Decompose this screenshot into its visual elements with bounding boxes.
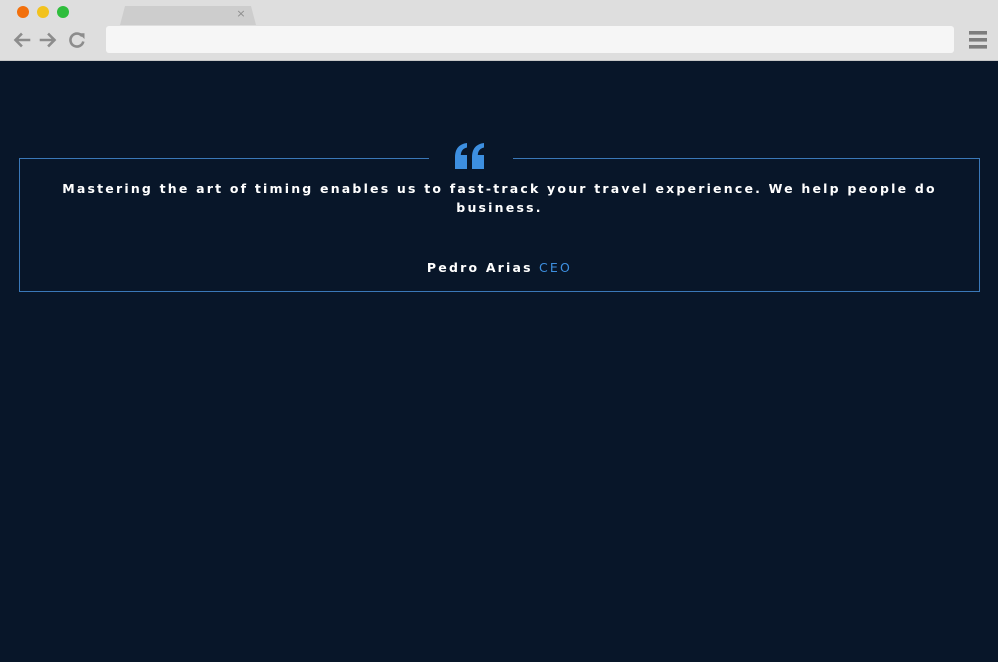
close-window-button[interactable]	[17, 6, 29, 18]
quote-icon	[455, 143, 484, 169]
testimonial-card: Mastering the art of timing enables us t…	[19, 143, 980, 292]
arrow-right-icon	[39, 32, 57, 48]
testimonial-author: Pedro Arias CEO	[20, 259, 979, 277]
browser-toolbar: ×	[0, 0, 998, 61]
page-content: Mastering the art of timing enables us t…	[0, 61, 998, 662]
author-role: CEO	[539, 260, 573, 275]
back-button[interactable]	[12, 30, 32, 50]
maximize-window-button[interactable]	[57, 6, 69, 18]
tab-close-icon[interactable]: ×	[235, 7, 247, 21]
forward-button[interactable]	[38, 30, 58, 50]
hamburger-menu-icon	[969, 31, 987, 49]
minimize-window-button[interactable]	[37, 6, 49, 18]
reload-button[interactable]	[67, 30, 87, 50]
arrow-left-icon	[13, 32, 31, 48]
address-bar-input[interactable]	[106, 26, 954, 53]
reload-icon	[69, 32, 85, 48]
author-name: Pedro Arias	[426, 260, 533, 275]
testimonial-quote: Mastering the art of timing enables us t…	[62, 181, 937, 215]
browser-menu-button[interactable]	[968, 30, 988, 50]
